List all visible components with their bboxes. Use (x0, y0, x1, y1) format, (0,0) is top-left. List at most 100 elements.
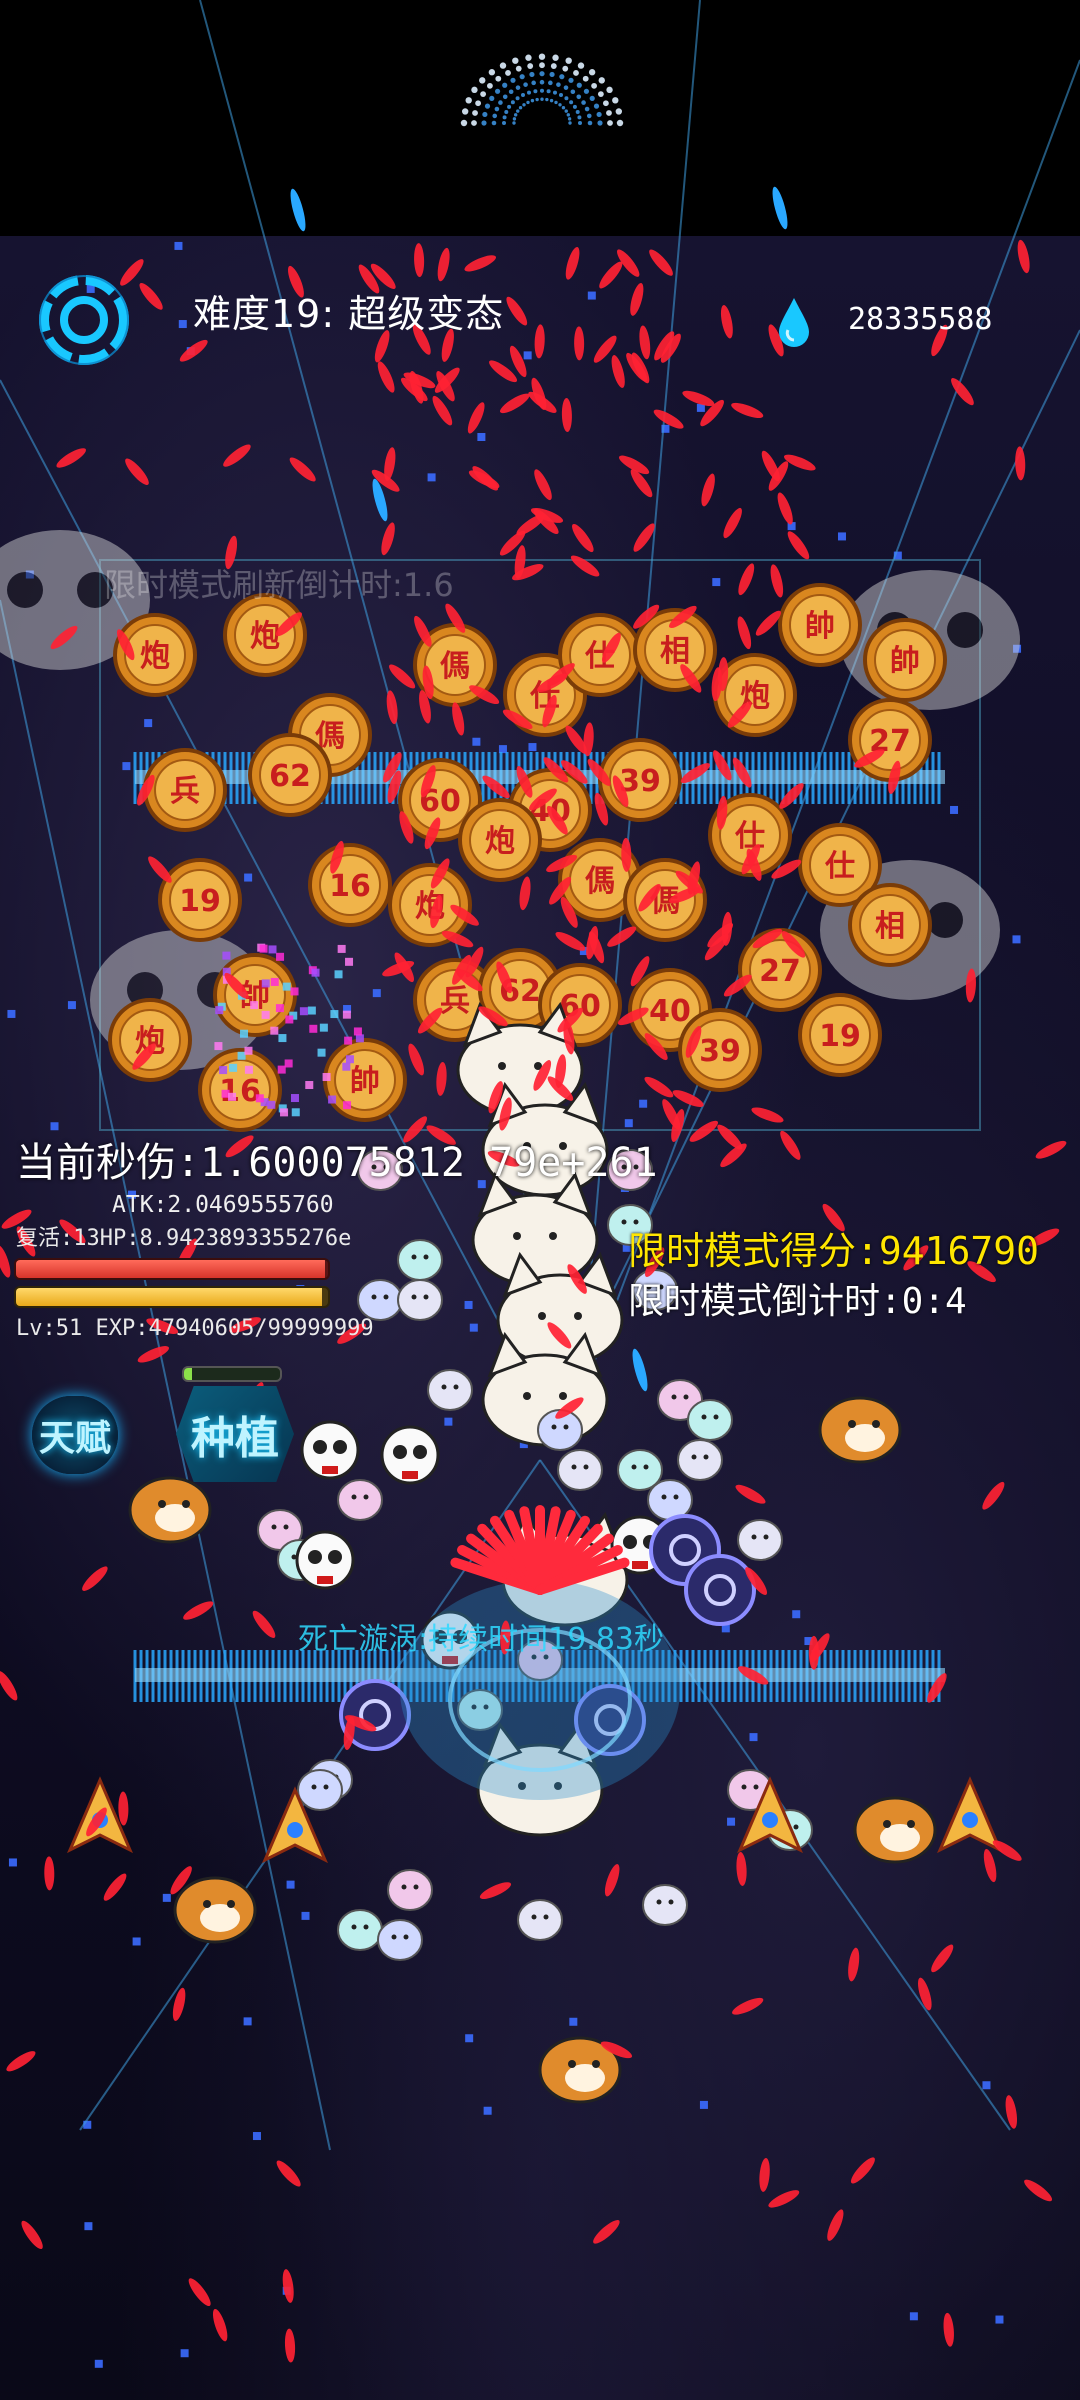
ghost-eye (673, 1494, 679, 1500)
ghost-eye (441, 1384, 447, 1390)
blue-bullet (290, 188, 306, 232)
star-sparkle (469, 1323, 478, 1332)
chess-coin-label: 27 (759, 954, 801, 989)
pixel-particle (270, 977, 279, 986)
settings-gear-icon[interactable] (36, 272, 132, 368)
pixel-particle (330, 1010, 339, 1019)
chess-coin: 炮 (108, 998, 192, 1082)
star-sparkle (94, 2359, 103, 2368)
plant-cooldown-fill (184, 1368, 192, 1380)
red-bullet (738, 563, 755, 596)
white-cat-eye (498, 1062, 506, 1070)
chess-coin: 帥 (323, 1038, 407, 1122)
red-bullet (777, 492, 793, 525)
ghost-eye (283, 1524, 289, 1530)
panda-eye (947, 612, 983, 648)
ghost-eye (383, 1294, 389, 1300)
red-bullet (737, 616, 752, 650)
chess-coin: 炮 (388, 863, 472, 947)
plant-button[interactable]: 种植 (176, 1386, 294, 1482)
pixel-particle (237, 1051, 246, 1060)
panda-eye (7, 572, 43, 608)
chess-coin: 27 (848, 698, 932, 782)
red-bullet (148, 856, 172, 883)
star-sparkle (174, 241, 183, 250)
ghost-blob (337, 1909, 383, 1951)
red-bullet (736, 1852, 747, 1886)
level-exp-label: Lv:51 EXP:47940605/99999999 (16, 1316, 374, 1341)
chess-coin-label: 炮 (250, 619, 280, 654)
white-cat-eye (538, 1312, 546, 1320)
red-bullet (574, 326, 585, 361)
pixel-particle (342, 1062, 351, 1071)
ghost-eye (701, 1414, 707, 1420)
red-bullet (172, 1987, 186, 2021)
star-sparkle (178, 320, 187, 329)
panda-minion-eye (413, 1445, 427, 1459)
red-bullet (506, 296, 528, 326)
fighter-ship-cockpit (287, 1822, 303, 1838)
red-bullet (848, 1947, 860, 1982)
ghost-eye (621, 1219, 627, 1225)
red-bullet (500, 393, 530, 414)
pixel-particle (319, 1023, 328, 1032)
pixel-particle (280, 1108, 289, 1117)
star-sparkle (712, 578, 721, 587)
revive-hp-label: 复活:13HP:8.9423893355276e (16, 1226, 352, 1251)
chess-coin-label: 仕 (824, 849, 855, 884)
star-sparkle (995, 2315, 1004, 2324)
ghost-eye (271, 1524, 277, 1530)
red-bullet (607, 926, 637, 947)
pixel-particle (278, 1034, 287, 1043)
chess-coin-label: 16 (329, 869, 371, 904)
star-sparkle (528, 743, 537, 752)
red-bullet (555, 931, 586, 951)
white-cat-eye (549, 1232, 557, 1240)
star-sparkle (84, 2222, 93, 2231)
chess-coin-label: 40 (649, 994, 691, 1029)
star-sparkle (477, 433, 486, 442)
pixel-particle (214, 1042, 223, 1051)
star-sparkle (67, 1001, 76, 1010)
star-sparkle (982, 2081, 991, 2090)
red-bullet (386, 690, 398, 725)
red-bullet (732, 1997, 764, 2015)
pixel-particle (259, 944, 268, 953)
ghost-body (687, 1399, 733, 1441)
shiba-dog (818, 1396, 902, 1464)
star-sparkle (837, 532, 846, 541)
ghost-body (387, 1869, 433, 1911)
red-bullet (982, 1481, 1005, 1510)
red-bullet (983, 1848, 997, 1883)
ghost-blob (687, 1399, 733, 1441)
death-vortex-label: 死亡漩涡:持续时间19.83秒 (298, 1622, 664, 1657)
pixel-particle (342, 1010, 351, 1019)
red-bullet (593, 2220, 620, 2244)
ghost-eye (671, 1394, 677, 1400)
star-sparkle (372, 989, 381, 998)
shiba-muzzle (880, 1824, 920, 1852)
biohazard-orb-shell (684, 1554, 756, 1626)
pixel-particle (290, 987, 299, 996)
red-bullet (768, 2190, 800, 2208)
red-bullet (183, 1601, 214, 1620)
pixel-particle (322, 1073, 331, 1082)
ghost-eye (411, 1294, 417, 1300)
red-bullet (717, 1124, 743, 1150)
star-sparkle (162, 1893, 171, 1902)
ghost-blob (397, 1279, 443, 1321)
ghost-eye (713, 1414, 719, 1420)
panda-minion-eye (313, 1440, 327, 1454)
pixel-particle (229, 1063, 238, 1072)
red-bullet (644, 1076, 674, 1098)
ghost-body (642, 1884, 688, 1926)
pixel-particle (240, 1029, 249, 1038)
panda-minion-eye (393, 1445, 407, 1459)
red-bullet (689, 1120, 719, 1142)
ghost-eye (391, 1934, 397, 1940)
pixel-particle (343, 1101, 352, 1110)
red-bullet (467, 402, 485, 434)
hp-bar-fill (16, 1260, 325, 1278)
talent-button[interactable]: 天赋 (32, 1396, 118, 1474)
ghost-eye (691, 1454, 697, 1460)
